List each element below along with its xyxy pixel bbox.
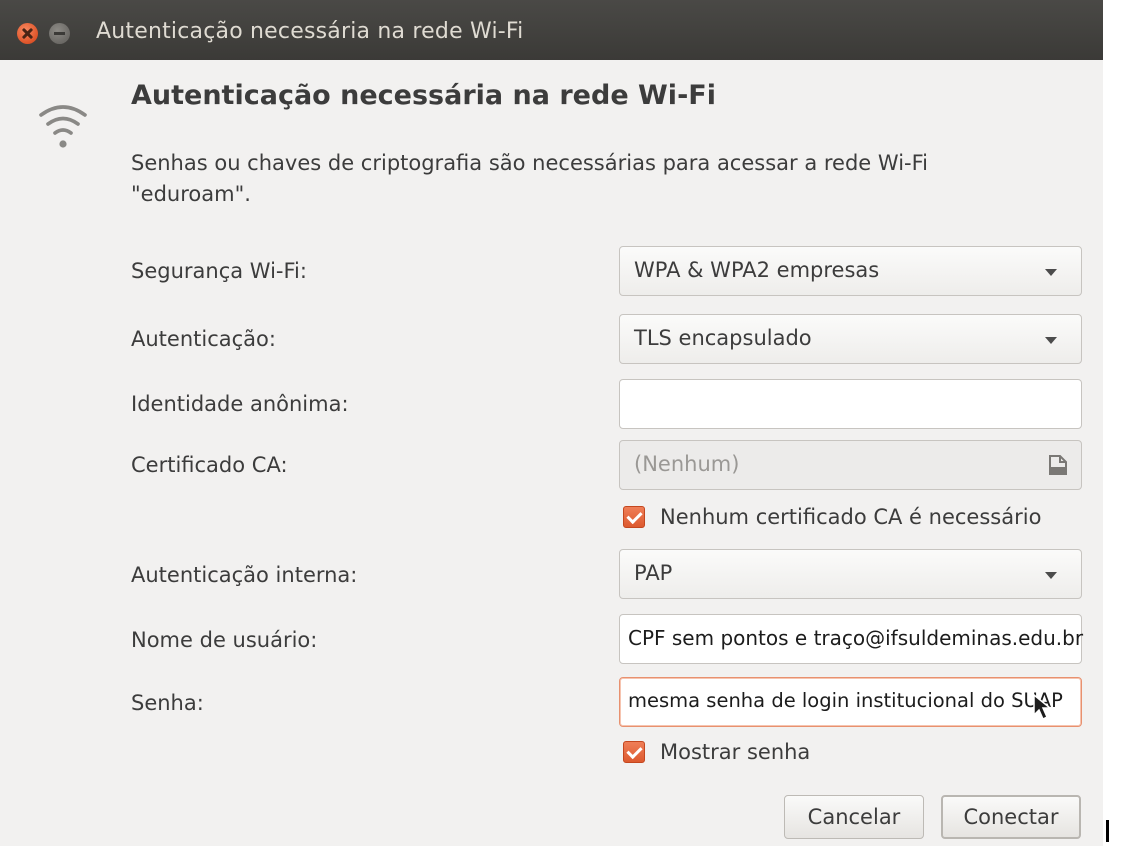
- close-window-button[interactable]: [17, 23, 38, 44]
- file-icon: [1049, 455, 1067, 475]
- authentication-select[interactable]: TLS encapsulado: [619, 314, 1082, 364]
- security-select[interactable]: WPA & WPA2 empresas: [619, 246, 1082, 296]
- anonymous-identity-label: Identidade anônima:: [131, 392, 349, 416]
- security-select-value: WPA & WPA2 empresas: [634, 258, 880, 282]
- cancel-button[interactable]: Cancelar: [784, 795, 924, 839]
- connect-button[interactable]: Conectar: [941, 795, 1081, 839]
- show-password-checkbox[interactable]: [623, 741, 645, 763]
- dialog-description: Senhas ou chaves de criptografia são nec…: [131, 151, 928, 206]
- chevron-down-icon: [1045, 572, 1057, 579]
- text-caret-mark: [1106, 820, 1109, 842]
- no-ca-required-checkbox[interactable]: [623, 506, 645, 528]
- username-label: Nome de usuário:: [131, 628, 318, 652]
- show-password-label: Mostrar senha: [660, 740, 811, 764]
- dialog-heading: Autenticação necessária na rede Wi-Fi: [131, 80, 716, 111]
- password-value: mesma senha de login institucional do SU…: [628, 689, 1063, 712]
- inner-authentication-label: Autenticação interna:: [131, 563, 358, 587]
- authentication-select-value: TLS encapsulado: [634, 326, 812, 350]
- anonymous-identity-input[interactable]: [619, 379, 1082, 429]
- inner-authentication-select[interactable]: PAP: [619, 549, 1082, 599]
- auth-dialog-window: Autenticação necessária na rede Wi-Fi Au…: [0, 0, 1103, 846]
- minimize-window-button[interactable]: [49, 23, 70, 44]
- no-ca-required-label: Nenhum certificado CA é necessário: [660, 505, 1042, 529]
- mouse-cursor-icon: [1033, 693, 1053, 721]
- ca-certificate-value: (Nenhum): [634, 452, 740, 476]
- ca-certificate-file-chooser[interactable]: (Nenhum): [619, 440, 1082, 490]
- username-value: CPF sem pontos e traço@ifsuldeminas.edu.…: [628, 626, 1084, 650]
- password-input[interactable]: mesma senha de login institucional do SU…: [619, 677, 1082, 727]
- password-label: Senha:: [131, 691, 204, 715]
- titlebar: Autenticação necessária na rede Wi-Fi: [0, 0, 1103, 60]
- window-title: Autenticação necessária na rede Wi-Fi: [96, 19, 524, 44]
- security-label: Segurança Wi-Fi:: [131, 259, 307, 283]
- username-input[interactable]: CPF sem pontos e traço@ifsuldeminas.edu.…: [619, 614, 1084, 664]
- chevron-down-icon: [1045, 269, 1057, 276]
- chevron-down-icon: [1045, 337, 1057, 344]
- inner-authentication-select-value: PAP: [634, 561, 673, 585]
- authentication-label: Autenticação:: [131, 327, 276, 351]
- wifi-icon: [39, 105, 87, 148]
- ca-certificate-label: Certificado CA:: [131, 453, 288, 477]
